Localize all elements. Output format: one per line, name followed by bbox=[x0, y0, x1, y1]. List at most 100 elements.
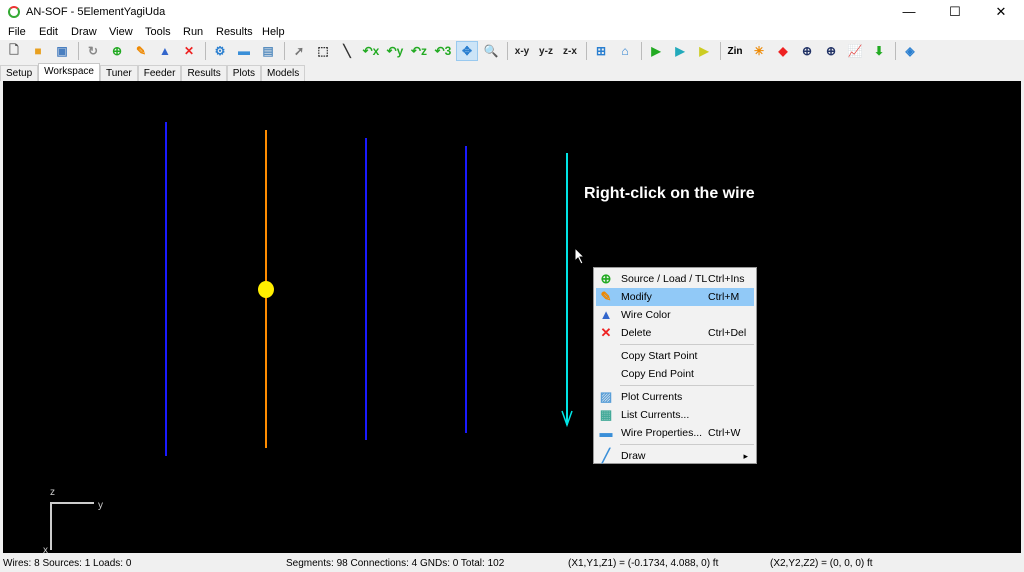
download-button[interactable]: ⬇ bbox=[868, 41, 890, 61]
pattern-icon: ✳ bbox=[753, 44, 765, 58]
open-folder-button[interactable]: ■ bbox=[27, 41, 49, 61]
context-menu-item-draw[interactable]: ╱ Draw ▸ bbox=[596, 447, 754, 465]
delete-button[interactable]: ✕ bbox=[178, 41, 200, 61]
help-book-button[interactable]: ◈ bbox=[899, 41, 921, 61]
sphere2-button[interactable]: ⊕ bbox=[820, 41, 842, 61]
fit-button[interactable]: ⊞ bbox=[590, 41, 612, 61]
new-file-button[interactable]: 🗋 bbox=[3, 41, 25, 61]
home-icon: ⌂ bbox=[621, 44, 629, 58]
rotate-x-icon: ↶x bbox=[362, 44, 380, 58]
tab-feeder[interactable]: Feeder bbox=[137, 65, 182, 81]
brush-icon: ╱ bbox=[602, 448, 610, 463]
toolbar: 🗋 ■ ▣ ↻ ⊕ ✎ ▲ ✕ ⚙ ▬ ▤ ➚ ⬚ ╲ ↶x ↶y ↶z ↶3 ✥ 🔍 x-y y-z z-x ⊞ ⌂ ▶ ▶ ▶ Zi… bbox=[0, 40, 1024, 62]
context-menu-item-copy-start-point[interactable]: Copy Start Point bbox=[596, 347, 754, 365]
wire-director-3-selected[interactable] bbox=[566, 153, 568, 425]
tab-plots[interactable]: Plots bbox=[226, 65, 262, 81]
status-start-point: (X1,Y1,Z1) = (-0.1734, 4.088, 0) ft bbox=[568, 558, 719, 569]
zin-button[interactable]: Zin bbox=[724, 41, 746, 61]
wire-reflector[interactable] bbox=[165, 122, 167, 456]
line-button[interactable]: ╲ bbox=[336, 41, 358, 61]
sphere-button[interactable]: ⊕ bbox=[796, 41, 818, 61]
zoom-button[interactable]: 🔍 bbox=[480, 41, 502, 61]
tab-tuner[interactable]: Tuner bbox=[99, 65, 138, 81]
pointer-button[interactable]: ➚ bbox=[288, 41, 310, 61]
pan-button[interactable]: ✥ bbox=[456, 41, 478, 61]
line-icon: ╲ bbox=[343, 44, 351, 58]
heatmap-icon: ◆ bbox=[778, 44, 788, 58]
window-title: AN-SOF - 5ElementYagiUda bbox=[26, 6, 166, 18]
wire-director-2[interactable] bbox=[465, 146, 467, 433]
workspace-canvas[interactable]: Right-click on the wire z y x bbox=[3, 81, 1021, 556]
run-far-button[interactable]: ▶ bbox=[693, 41, 715, 61]
axis-z-label: z bbox=[50, 487, 55, 498]
run-alt-button[interactable]: ▶ bbox=[669, 41, 691, 61]
context-menu-item-list-currents[interactable]: ▦ List Currents... bbox=[596, 406, 754, 424]
context-menu-item-modify[interactable]: ✎ Modify Ctrl+M bbox=[596, 288, 754, 306]
toolbar-separator bbox=[78, 42, 79, 60]
chart-button[interactable]: 📈 bbox=[844, 41, 866, 61]
save-button[interactable]: ▣ bbox=[51, 41, 73, 61]
menu-file[interactable]: File bbox=[8, 26, 26, 38]
table-icon: ▦ bbox=[599, 407, 613, 422]
rotate-y-button[interactable]: ↶y bbox=[384, 41, 406, 61]
context-menu-item-plot-currents[interactable]: ▨ Plot Currents bbox=[596, 388, 754, 406]
add-source-icon: ⊕ bbox=[600, 271, 612, 286]
new-file-icon: 🗋 bbox=[9, 42, 19, 57]
view-yz-button[interactable]: y-z bbox=[535, 41, 557, 61]
menu-edit[interactable]: Edit bbox=[39, 26, 58, 38]
wire-color-button[interactable]: ▲ bbox=[154, 41, 176, 61]
select-rect-button[interactable]: ⬚ bbox=[312, 41, 334, 61]
tab-bar: Setup Workspace Tuner Feeder Results Plots Mod… bbox=[0, 63, 306, 81]
run-button[interactable]: ▶ bbox=[645, 41, 667, 61]
rotate-x-button[interactable]: ↶x bbox=[360, 41, 382, 61]
menu-item-label: Copy End Point bbox=[621, 368, 694, 380]
status-end-point: (X2,Y2,Z2) = (0, 0, 0) ft bbox=[770, 558, 873, 569]
rotate-z-button[interactable]: ↶z bbox=[408, 41, 430, 61]
tab-results[interactable]: Results bbox=[181, 65, 227, 81]
minimize-button[interactable]: — bbox=[886, 0, 932, 24]
menu-run[interactable]: Run bbox=[183, 26, 203, 38]
source-marker[interactable] bbox=[258, 281, 274, 298]
home-button[interactable]: ⌂ bbox=[614, 41, 636, 61]
menu-tools[interactable]: Tools bbox=[145, 26, 171, 38]
context-menu-item-wire-properties[interactable]: ▬ Wire Properties... Ctrl+W bbox=[596, 424, 754, 442]
rotate-3d-button[interactable]: ↶3 bbox=[432, 41, 454, 61]
close-button[interactable]: ✕ bbox=[978, 0, 1024, 24]
refresh-button[interactable]: ↻ bbox=[82, 41, 104, 61]
menu-view[interactable]: View bbox=[109, 26, 133, 38]
settings-icon: ⚙ bbox=[214, 44, 226, 58]
maximize-button[interactable]: ☐ bbox=[932, 0, 978, 24]
wire-director-1[interactable] bbox=[365, 138, 367, 440]
run-alt-icon: ▶ bbox=[675, 44, 685, 58]
heatmap-button[interactable]: ◆ bbox=[772, 41, 794, 61]
wire-properties-button[interactable]: ▬ bbox=[233, 41, 255, 61]
context-menu-item-source-load-tl[interactable]: ⊕ Source / Load / TL Ctrl+Ins bbox=[596, 270, 754, 288]
tab-setup[interactable]: Setup bbox=[0, 65, 39, 81]
wire-direction-arrow-icon bbox=[561, 410, 573, 427]
pointer-icon: ➚ bbox=[293, 44, 305, 58]
tab-workspace[interactable]: Workspace bbox=[38, 63, 100, 81]
download-icon: ⬇ bbox=[873, 44, 885, 58]
axis-y-label: y bbox=[98, 500, 103, 511]
settings-button[interactable]: ⚙ bbox=[209, 41, 231, 61]
toolbar-separator bbox=[205, 42, 206, 60]
context-menu-item-copy-end-point[interactable]: Copy End Point bbox=[596, 365, 754, 383]
pencil-button[interactable]: ✎ bbox=[130, 41, 152, 61]
wire-properties-icon: ▬ bbox=[599, 425, 613, 440]
context-menu-item-wire-color[interactable]: ▲ Wire Color bbox=[596, 306, 754, 324]
menu-results[interactable]: Results bbox=[216, 26, 253, 38]
tab-models[interactable]: Models bbox=[261, 65, 306, 81]
pattern-button[interactable]: ✳ bbox=[748, 41, 770, 61]
menu-draw[interactable]: Draw bbox=[71, 26, 97, 38]
report-button[interactable]: ▤ bbox=[257, 41, 279, 61]
add-source-button[interactable]: ⊕ bbox=[106, 41, 128, 61]
pencil-icon: ✎ bbox=[600, 289, 612, 304]
mouse-cursor-icon bbox=[574, 247, 586, 265]
context-menu-item-delete[interactable]: ✕ Delete Ctrl+Del bbox=[596, 324, 754, 342]
view-xy-button[interactable]: x-y bbox=[511, 41, 533, 61]
menu-help[interactable]: Help bbox=[262, 26, 285, 38]
view-xy-icon: x-y bbox=[514, 45, 530, 57]
view-zx-button[interactable]: z-x bbox=[559, 41, 581, 61]
title-bar: AN-SOF - 5ElementYagiUda — ☐ ✕ bbox=[0, 0, 1024, 24]
menu-item-label: List Currents... bbox=[621, 409, 690, 421]
